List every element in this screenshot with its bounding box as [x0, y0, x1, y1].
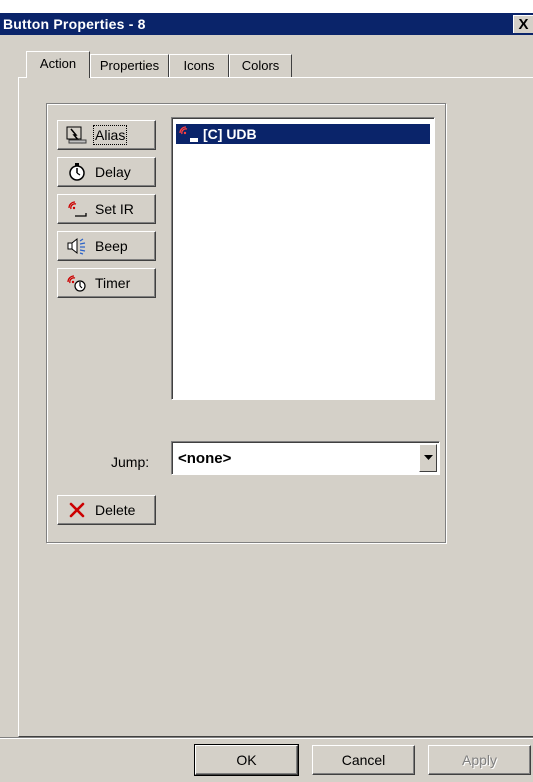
ir-timer-icon: [65, 273, 89, 293]
ok-button[interactable]: OK: [194, 744, 299, 776]
action-list[interactable]: [C] UDB: [171, 117, 435, 400]
delay-button[interactable]: Delay: [57, 157, 156, 187]
ok-button-label: OK: [236, 752, 257, 768]
tab-action[interactable]: Action: [26, 51, 90, 78]
beep-button[interactable]: Beep: [57, 231, 156, 261]
tab-action-label: Action: [39, 56, 77, 71]
beep-button-label: Beep: [95, 238, 128, 254]
ir-signal-icon: [178, 124, 200, 144]
list-item-label: [C] UDB: [203, 126, 257, 142]
alias-button[interactable]: Alias: [57, 120, 156, 150]
tab-icons[interactable]: Icons: [169, 54, 229, 77]
jump-select[interactable]: <none>: [171, 441, 440, 475]
tab-icons-label: Icons: [183, 58, 215, 73]
delete-button-label: Delete: [95, 502, 136, 518]
set-ir-button-label: Set IR: [95, 201, 134, 217]
alias-icon: [65, 125, 89, 145]
window-title: Button Properties - 8: [3, 16, 146, 32]
apply-button[interactable]: Apply: [428, 745, 531, 775]
list-item[interactable]: [C] UDB: [176, 124, 430, 144]
alias-button-label: Alias: [92, 125, 128, 145]
delete-button[interactable]: Delete: [57, 495, 156, 525]
stopwatch-icon: [65, 162, 89, 182]
cancel-button[interactable]: Cancel: [312, 745, 415, 775]
timer-button-label: Timer: [95, 275, 131, 291]
jump-select-value: <none>: [178, 450, 232, 467]
tab-colors[interactable]: Colors: [229, 54, 292, 77]
timer-button[interactable]: Timer: [57, 268, 156, 298]
delay-button-label: Delay: [95, 164, 131, 180]
jump-dropdown-button[interactable]: [419, 444, 437, 472]
background-strip: [0, 0, 533, 13]
close-icon: X: [518, 16, 529, 33]
title-bar[interactable]: Button Properties - 8 X: [0, 13, 533, 35]
tab-properties-label: Properties: [99, 58, 160, 73]
chevron-down-icon: [423, 455, 433, 460]
delete-x-icon: [65, 500, 89, 520]
footer-separator: [0, 737, 533, 739]
tab-colors-label: Colors: [241, 58, 280, 73]
tab-properties[interactable]: Properties: [90, 54, 169, 77]
apply-button-label: Apply: [461, 752, 498, 768]
ir-signal-icon: [65, 199, 89, 219]
set-ir-button[interactable]: Set IR: [57, 194, 156, 224]
jump-label: Jump:: [111, 454, 150, 470]
speaker-icon: [65, 236, 89, 256]
close-button[interactable]: X: [513, 15, 533, 33]
cancel-button-label: Cancel: [341, 752, 386, 768]
